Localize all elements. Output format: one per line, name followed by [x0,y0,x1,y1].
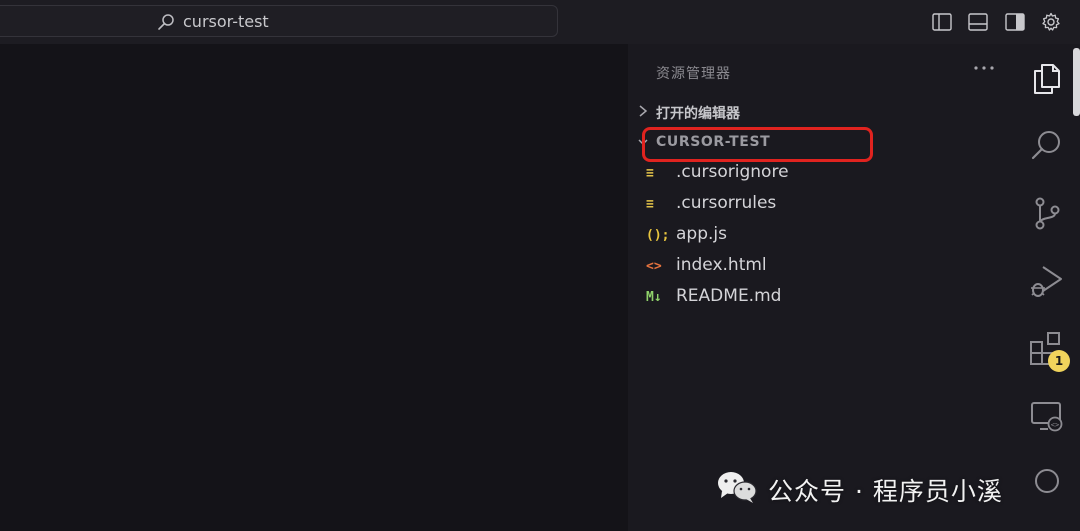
svg-text:<>: <> [1051,421,1059,429]
settings-gear-icon[interactable] [1040,11,1062,33]
file-item[interactable]: (); app.js [628,221,1014,251]
file-item[interactable]: <> index.html [628,252,1014,282]
source-control-icon[interactable] [1028,194,1066,232]
lines-icon: ≡ [646,197,654,212]
file-name: .cursorignore [676,162,789,182]
file-item[interactable]: M↓ README.md [628,283,1014,313]
wechat-logo-icon [718,472,757,503]
editor-area[interactable] [0,44,628,531]
scrollbar-thumb[interactable] [1073,48,1080,116]
js-icon: (); [646,228,670,243]
file-name: app.js [676,224,727,244]
search-icon [158,14,174,30]
file-item[interactable]: ≡ .cursorignore [628,159,1014,189]
open-editors-label: 打开的编辑器 [656,106,740,122]
html-icon: <> [646,259,662,274]
wechat-watermark: 公众号 · 程序员小溪 [716,468,1076,508]
explorer-sidebar: 资源管理器 打开的编辑器 CURSOR-TEST ≡ .cursorignore… [628,44,1014,531]
command-center-search[interactable]: cursor-test [0,5,558,37]
title-bar: cursor-test [0,0,1080,44]
activity-bar: <> [1014,44,1080,531]
explorer-title: 资源管理器 [656,66,731,82]
toggle-panel-icon[interactable] [967,11,989,33]
toggle-primary-sidebar-icon[interactable] [931,11,953,33]
search-icon[interactable] [1028,126,1066,164]
chevron-right-icon [639,105,648,117]
run-and-debug-icon[interactable] [1028,262,1066,300]
command-center-text: cursor-test [183,12,269,31]
file-name: .cursorrules [676,193,777,213]
file-name: README.md [676,286,782,306]
file-name: index.html [676,255,767,275]
highlight-annotation [642,127,873,162]
more-actions-icon[interactable] [972,58,996,78]
markdown-icon: M↓ [646,290,662,305]
toggle-secondary-sidebar-icon[interactable] [1004,11,1026,33]
open-editors-section[interactable]: 打开的编辑器 [628,99,1014,125]
lines-icon: ≡ [646,166,654,181]
file-item[interactable]: ≡ .cursorrules [628,190,1014,220]
remote-explorer-icon[interactable]: <> [1028,398,1066,436]
watermark-text: 公众号 · 程序员小溪 [768,477,1003,506]
extensions-badge: 1 [1048,350,1070,372]
explorer-files-icon[interactable] [1028,60,1066,98]
cursor-window: cursor-test 资源管理器 打开的编辑器 CURSOR-TEST ≡ .… [0,0,1080,531]
